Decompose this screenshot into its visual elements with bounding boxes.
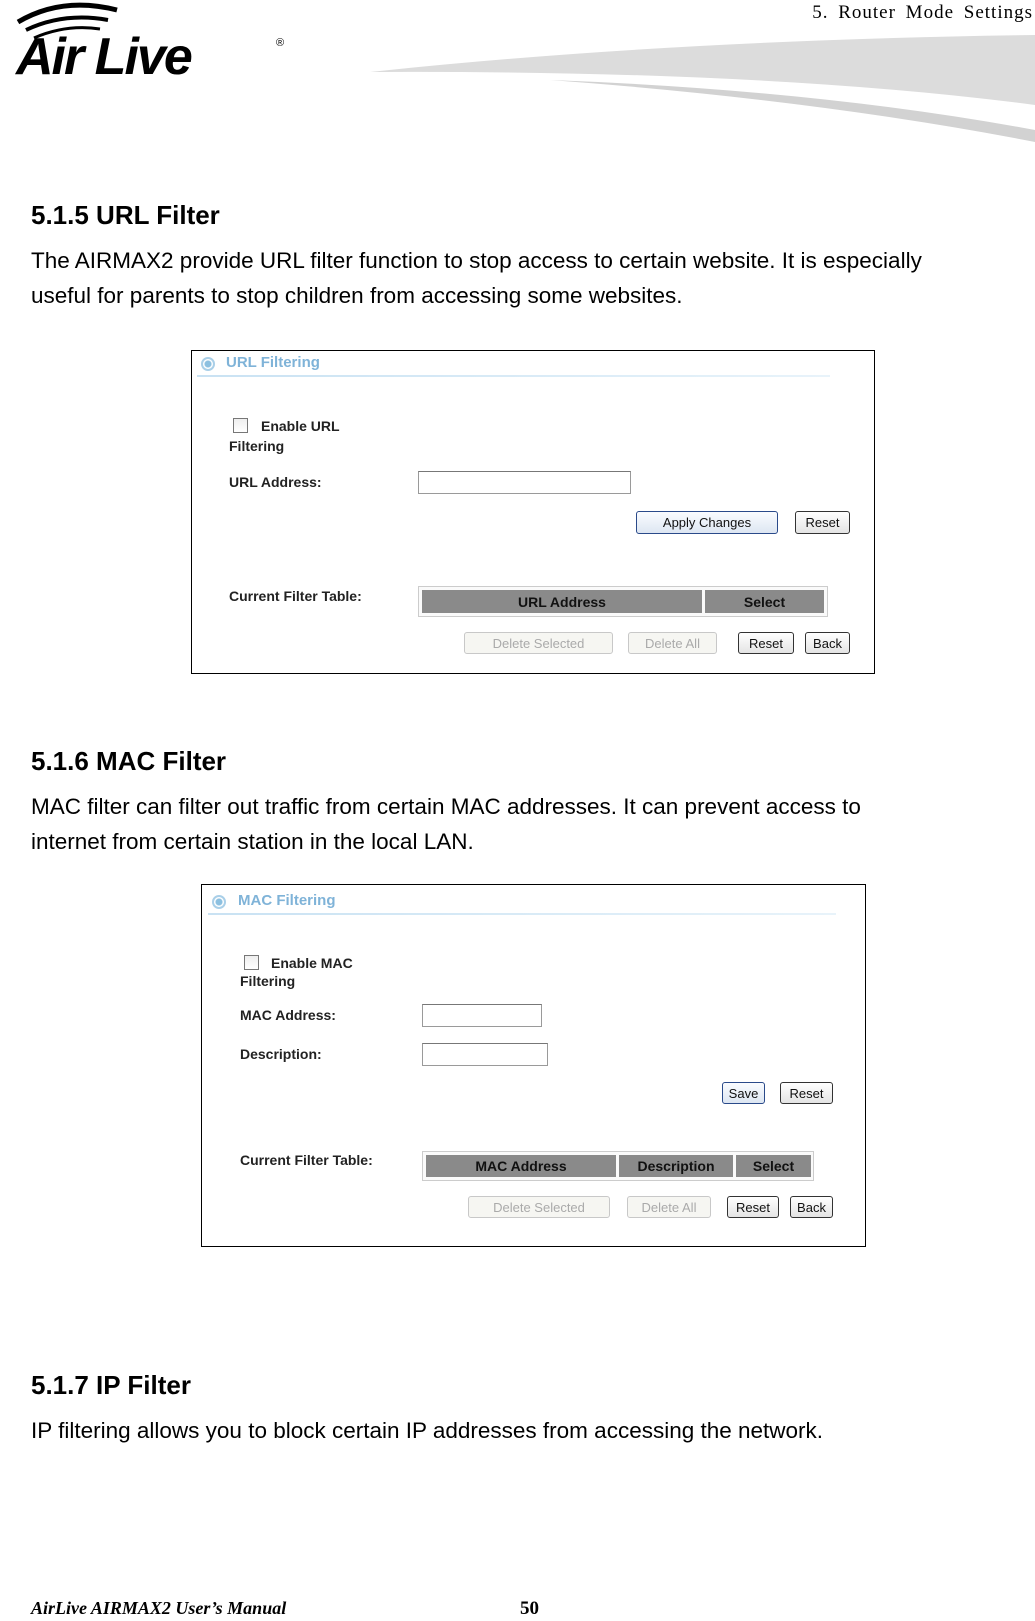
column-header-description: Description [619,1155,733,1177]
footer-manual-title: AirLive AIRMAX2 User’s Manual [31,1598,287,1618]
mac-filter-table: MAC Address Description Select [422,1151,814,1181]
current-filter-table-label: Current Filter Table: [240,1152,373,1168]
panel-title: URL Filtering [226,354,320,371]
section-body-mac: MAC filter can filter out traffic from c… [31,789,1035,859]
url-address-label: URL Address: [229,474,322,490]
mac-address-input[interactable] [422,1004,542,1027]
column-header-mac-address: MAC Address [426,1155,616,1177]
svg-text:Air Live: Air Live [14,28,192,80]
page-number: 50 [520,1598,539,1619]
section-title-mac: 5.1.6 MAC Filter [31,746,227,776]
airlive-logo: Air Live ® [14,2,284,80]
table-reset-button[interactable]: Reset [738,632,794,654]
column-header-url-address: URL Address [422,590,702,613]
text-line: The AIRMAX2 provide URL filter function … [31,248,922,273]
description-input[interactable] [422,1043,548,1066]
enable-url-filtering-checkbox[interactable] [233,418,248,433]
text-line: MAC filter can filter out traffic from c… [31,794,861,819]
enable-label: Enable MAC [271,955,353,971]
section-bullet-icon [201,357,215,371]
section-body-ip: IP filtering allows you to block certain… [31,1413,1035,1448]
panel-title: MAC Filtering [238,892,336,909]
back-button[interactable]: Back [790,1196,833,1218]
url-address-input[interactable] [418,471,631,494]
description-label: Description: [240,1046,322,1062]
mac-address-label: MAC Address: [240,1007,336,1023]
back-button[interactable]: Back [805,632,850,654]
title-divider [208,913,836,915]
enable-label-cont: Filtering [240,973,296,989]
reset-button[interactable]: Reset [795,511,850,534]
enable-mac-filtering-checkbox[interactable] [244,955,259,970]
text-line: internet from certain station in the loc… [31,829,474,854]
url-filtering-panel: URL Filtering Enable URL Filtering URL A… [191,350,875,674]
section-bullet-icon [212,895,226,909]
svg-text:®: ® [276,37,284,49]
url-filter-table: URL Address Select [418,586,828,617]
section-title-ip: 5.1.7 IP Filter [31,1370,191,1400]
mac-filtering-panel: MAC Filtering Enable MAC Filtering MAC A… [201,884,866,1247]
reset-button[interactable]: Reset [780,1082,833,1104]
column-header-select: Select [705,590,824,613]
section-title-url: 5.1.5 URL Filter [31,200,220,230]
save-button[interactable]: Save [722,1082,765,1104]
delete-all-button[interactable]: Delete All [628,632,717,654]
text-line: useful for parents to stop children from… [31,283,683,308]
table-reset-button[interactable]: Reset [727,1196,779,1218]
delete-all-button[interactable]: Delete All [627,1196,711,1218]
enable-label: Enable URL [261,418,340,434]
chapter-heading: 5. Router Mode Settings [812,2,1033,23]
header-swoosh [370,35,1035,142]
enable-label-cont: Filtering [229,438,285,454]
text-line: IP filtering allows you to block certain… [31,1418,824,1443]
delete-selected-button[interactable]: Delete Selected [464,632,613,654]
apply-changes-button[interactable]: Apply Changes [636,511,778,534]
column-header-select: Select [736,1155,811,1177]
current-filter-table-label: Current Filter Table: [229,588,362,604]
delete-selected-button[interactable]: Delete Selected [468,1196,610,1218]
section-body-url: The AIRMAX2 provide URL filter function … [31,243,1035,313]
title-divider [197,375,830,377]
